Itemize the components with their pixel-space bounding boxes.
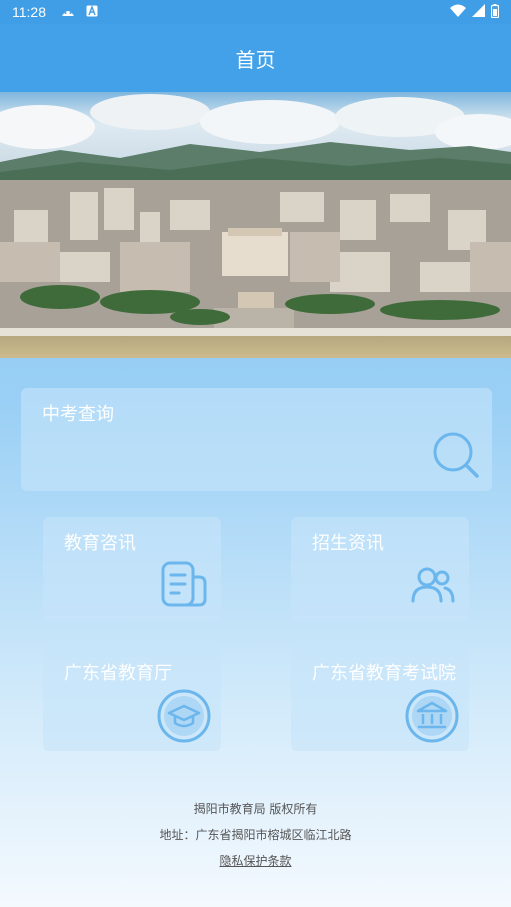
- exam-query-label: 中考查询: [42, 404, 114, 425]
- status-right: [450, 3, 500, 21]
- privacy-policy-link[interactable]: 隐私保护条款: [0, 852, 511, 869]
- app-bar: 首页: [0, 24, 511, 92]
- page-title: 首页: [235, 47, 276, 72]
- status-time: 11:28: [12, 4, 46, 20]
- document-icon: [161, 561, 207, 607]
- gd-exam-authority-label: 广东省教育考试院: [312, 663, 456, 684]
- cell-signal-icon: [472, 4, 485, 20]
- education-news-label: 教育咨讯: [64, 533, 136, 554]
- gd-exam-authority-card[interactable]: 广东省教育考试院: [291, 647, 469, 751]
- graduation-cap-icon: [157, 689, 211, 743]
- search-icon: [433, 432, 479, 478]
- banner-image: [0, 92, 511, 358]
- footer-copyright: 揭阳市教育局 版权所有: [193, 802, 318, 816]
- battery-icon: [490, 3, 500, 21]
- status-bar: 11:28: [0, 0, 511, 24]
- education-news-card[interactable]: 教育咨讯: [43, 517, 221, 621]
- font-a-icon: [86, 4, 98, 20]
- android-debug-icon: [60, 4, 76, 20]
- footer-address: 地址：广东省揭阳市榕城区临江北路: [159, 828, 352, 842]
- admission-news-card[interactable]: 招生资讯: [291, 517, 469, 621]
- users-icon: [411, 567, 455, 603]
- exam-query-card[interactable]: 中考查询: [21, 388, 492, 491]
- admission-news-label: 招生资讯: [312, 533, 384, 554]
- institution-icon: [405, 689, 459, 743]
- gd-education-dept-card[interactable]: 广东省教育厅: [43, 647, 221, 751]
- gd-education-dept-label: 广东省教育厅: [64, 663, 172, 684]
- wifi-icon: [450, 4, 466, 20]
